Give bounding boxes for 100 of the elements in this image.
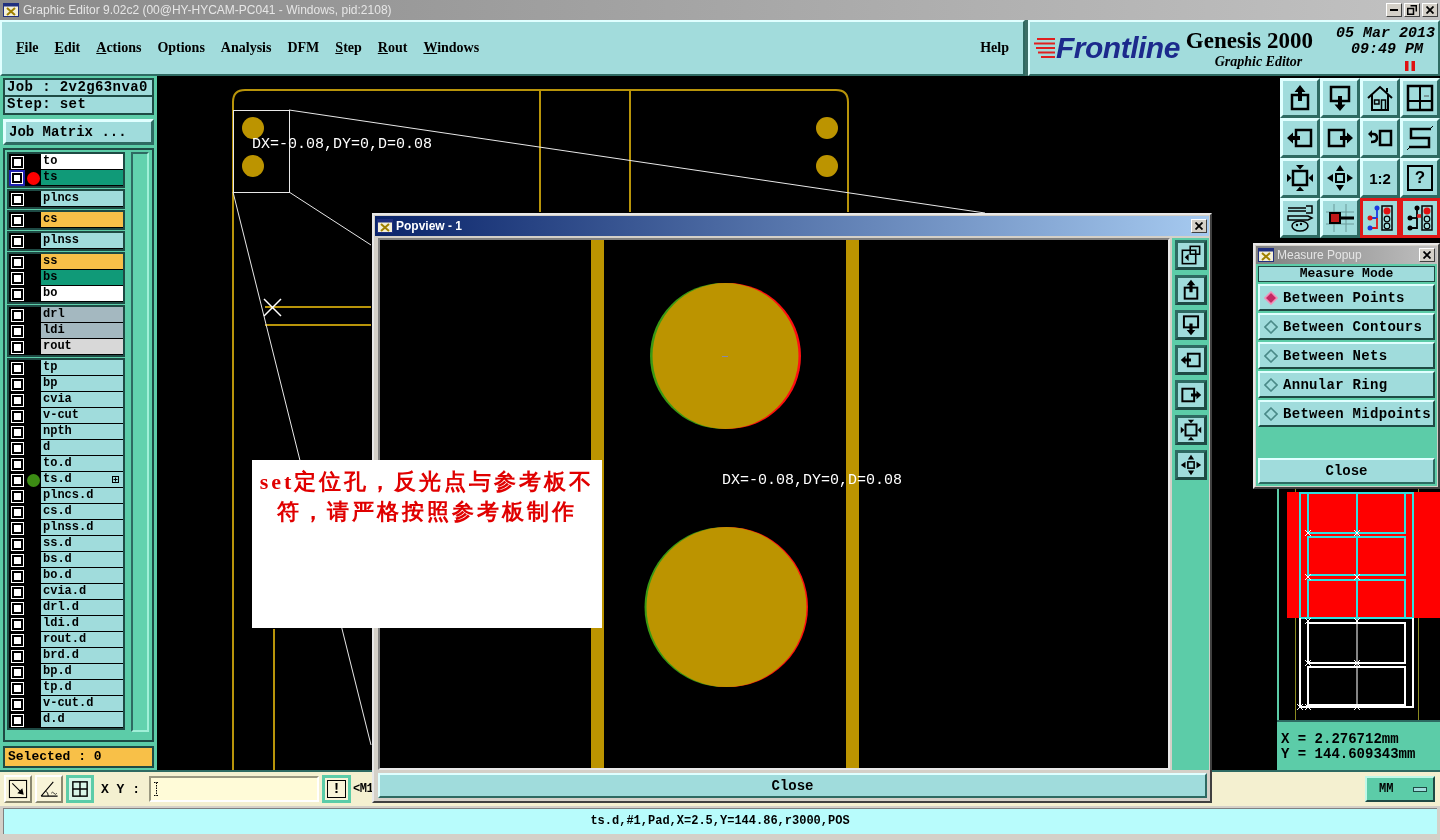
layer-checkbox[interactable] <box>10 505 24 519</box>
toolbar-button[interactable] <box>1174 345 1207 375</box>
layer-name[interactable]: cvia <box>41 392 123 408</box>
menu-item[interactable]: Windows <box>423 38 480 58</box>
toolbar-button[interactable] <box>1174 310 1207 340</box>
menu-item[interactable]: Edit <box>54 38 81 58</box>
layer-name[interactable]: plncs <box>41 191 123 207</box>
toolbar-button[interactable] <box>1400 198 1440 238</box>
layer-name[interactable]: cvia.d <box>41 584 123 600</box>
layer-name[interactable]: v-cut.d <box>41 696 123 712</box>
layer-checkbox[interactable] <box>10 713 24 727</box>
layer-name[interactable]: to.d <box>41 456 123 472</box>
layer-checkbox[interactable] <box>10 287 24 301</box>
layer-name[interactable]: plnss.d <box>41 520 123 536</box>
layer-name[interactable]: bo.d <box>41 568 123 584</box>
layer-name[interactable]: ss <box>41 254 123 270</box>
menu-item[interactable]: Step <box>335 38 362 58</box>
toolbar-button[interactable] <box>1360 198 1400 238</box>
layer-name[interactable]: v-cut <box>41 408 123 424</box>
layer-name[interactable]: rout.d <box>41 632 123 648</box>
layer-checkbox[interactable] <box>10 489 24 503</box>
toolbar-button[interactable] <box>1174 380 1207 410</box>
layer-checkbox[interactable] <box>10 681 24 695</box>
close-button[interactable] <box>1191 219 1207 233</box>
menu-item[interactable]: Help <box>980 38 1009 58</box>
layer-checkbox[interactable] <box>10 340 24 354</box>
help-button[interactable]: ? <box>1400 158 1440 198</box>
layer-name[interactable]: bs <box>41 270 123 286</box>
layer-checkbox[interactable] <box>10 377 24 391</box>
measure-mode-option[interactable]: Between Contours <box>1258 313 1435 340</box>
layer-name[interactable]: plnss <box>41 233 123 249</box>
execute-button[interactable]: ! <box>322 775 351 803</box>
layer-name[interactable]: ts.d <box>41 472 123 488</box>
layer-checkbox[interactable] <box>10 649 24 663</box>
layer-name[interactable]: cs.d <box>41 504 123 520</box>
layer-checkbox[interactable] <box>10 192 24 206</box>
layer-name[interactable]: drl.d <box>41 600 123 616</box>
coordinate-input[interactable] <box>149 776 319 802</box>
layer-name[interactable]: ts <box>41 170 123 186</box>
layer-checkbox[interactable] <box>10 308 24 322</box>
layer-checkbox[interactable] <box>10 425 24 439</box>
toolbar-button[interactable] <box>1174 450 1207 480</box>
layer-checkbox[interactable] <box>10 665 24 679</box>
layer-checkbox[interactable] <box>10 213 24 227</box>
layer-name[interactable]: bo <box>41 286 123 302</box>
layer-name[interactable]: ss.d <box>41 536 123 552</box>
layer-checkbox[interactable] <box>10 697 24 711</box>
menu-item[interactable]: Options <box>157 38 205 58</box>
layer-checkbox[interactable] <box>10 393 24 407</box>
layer-name[interactable]: bp <box>41 376 123 392</box>
job-matrix-button[interactable]: Job Matrix ... <box>3 119 154 145</box>
measure-mode-option[interactable]: Between Points <box>1258 284 1435 311</box>
layer-name[interactable]: bs.d <box>41 552 123 568</box>
layer-name[interactable]: to <box>41 154 123 170</box>
layer-checkbox[interactable] <box>10 324 24 338</box>
scroll-track[interactable] <box>131 152 149 732</box>
layer-name[interactable]: brd.d <box>41 648 123 664</box>
layer-name[interactable]: cs <box>41 212 123 228</box>
measure-mode-option[interactable]: Annular Ring <box>1258 371 1435 398</box>
tool-button[interactable] <box>66 775 94 803</box>
layer-checkbox[interactable] <box>10 409 24 423</box>
units-dropdown[interactable]: MM <box>1365 776 1435 802</box>
layer-checkbox[interactable] <box>10 155 24 169</box>
layer-name[interactable]: d <box>41 440 123 456</box>
menu-item[interactable]: Rout <box>377 38 408 58</box>
layer-checkbox[interactable] <box>10 271 24 285</box>
layer-name[interactable]: rout <box>41 339 123 355</box>
layer-name[interactable]: drl <box>41 307 123 323</box>
close-button[interactable] <box>1422 3 1438 17</box>
menu-item[interactable]: Analysis <box>220 38 272 58</box>
layer-checkbox[interactable] <box>10 537 24 551</box>
layer-name[interactable]: ldi <box>41 323 123 339</box>
layer-checkbox[interactable] <box>10 361 24 375</box>
menu-item[interactable]: File <box>16 38 39 58</box>
measure-mode-option[interactable]: Between Midpoints <box>1258 400 1435 427</box>
layer-checkbox[interactable] <box>10 601 24 615</box>
layer-name[interactable]: tp.d <box>41 680 123 696</box>
layer-checkbox[interactable] <box>10 234 24 248</box>
layer-checkbox[interactable] <box>10 633 24 647</box>
close-button[interactable] <box>1419 248 1435 262</box>
menu-item[interactable]: Actions <box>96 38 142 58</box>
layer-name[interactable]: npth <box>41 424 123 440</box>
layer-name[interactable]: tp <box>41 360 123 376</box>
layer-checkbox[interactable] <box>10 521 24 535</box>
layer-checkbox[interactable] <box>9 170 25 186</box>
layer-name[interactable]: ldi.d <box>41 616 123 632</box>
layer-checkbox[interactable] <box>10 585 24 599</box>
layer-name[interactable]: d.d <box>41 712 123 728</box>
layer-checkbox[interactable] <box>10 255 24 269</box>
layer-checkbox[interactable] <box>10 457 24 471</box>
close-button[interactable]: Close <box>1258 458 1435 484</box>
close-button[interactable]: Close <box>378 773 1207 798</box>
toolbar-button[interactable] <box>1174 240 1207 270</box>
layer-checkbox[interactable] <box>10 441 24 455</box>
menu-item[interactable]: DFM <box>287 38 320 58</box>
layer-name[interactable]: plncs.d <box>41 488 123 504</box>
toolbar-button[interactable] <box>1174 415 1207 445</box>
minimize-button[interactable] <box>1386 3 1402 17</box>
layer-checkbox[interactable] <box>10 617 24 631</box>
layer-checkbox[interactable] <box>10 569 24 583</box>
